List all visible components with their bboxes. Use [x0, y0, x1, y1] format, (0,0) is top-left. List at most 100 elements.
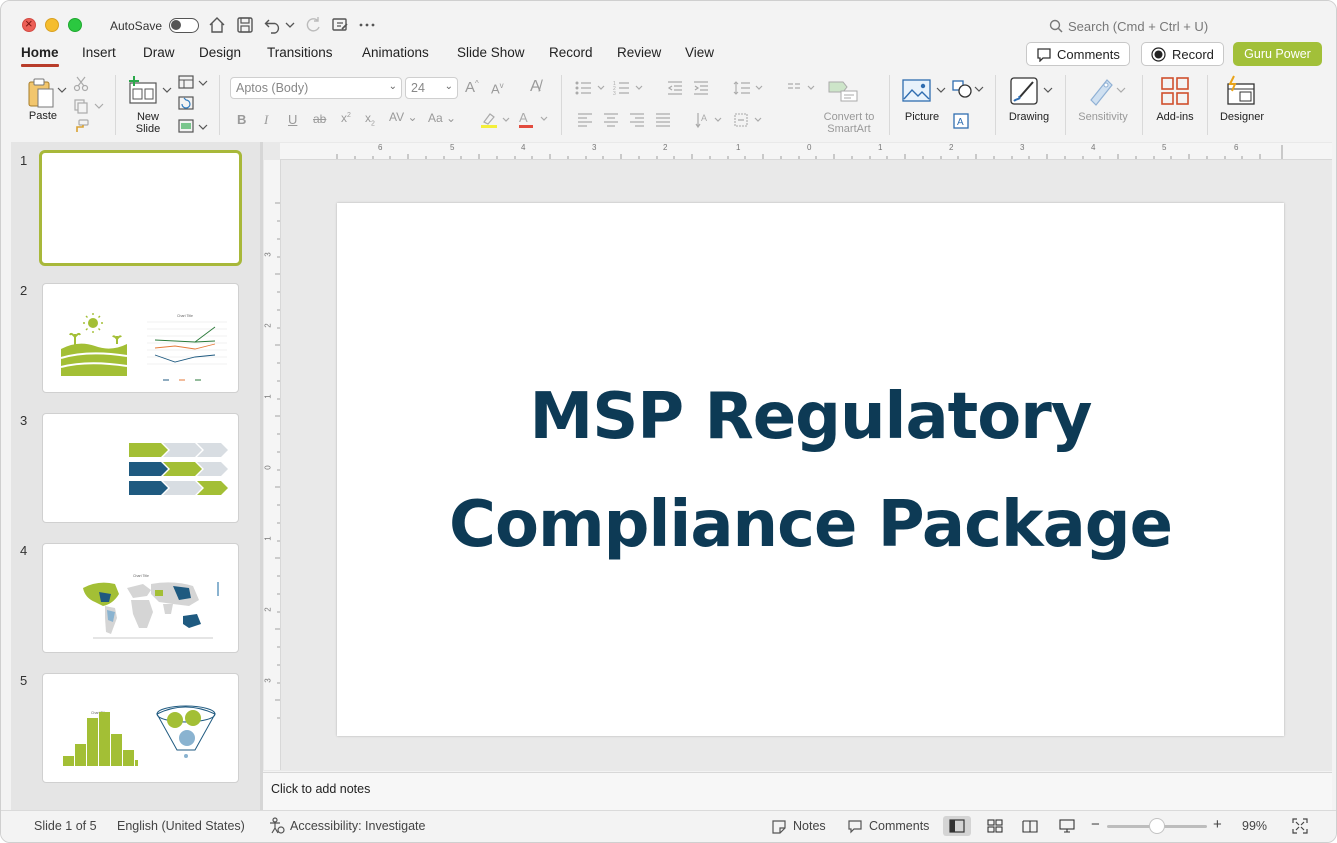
slide-show-view-button[interactable] [1053, 816, 1081, 836]
slide-thumbnails-pane[interactable]: 1 2 Chart Title 3 4 Chart Title 5 Chart [11, 142, 260, 810]
cut-icon[interactable] [73, 76, 89, 92]
tab-review[interactable]: Review [617, 45, 661, 60]
picture-dropdown-chevron-icon[interactable] [936, 85, 946, 95]
present-icon[interactable] [330, 15, 350, 35]
minimize-window-button[interactable] [45, 18, 59, 32]
sensitivity-icon[interactable] [1087, 76, 1115, 106]
search-box[interactable]: Search (Cmd + Ctrl + U) [1068, 19, 1208, 34]
zoom-slider-handle[interactable] [1149, 818, 1165, 834]
close-window-button[interactable] [22, 16, 36, 32]
align-text-icon[interactable] [733, 111, 765, 129]
designer-icon[interactable] [1225, 75, 1257, 107]
section-icon[interactable] [178, 119, 194, 133]
section-dropdown-chevron-icon[interactable] [198, 122, 208, 132]
add-ins-icon[interactable] [1160, 76, 1190, 106]
format-painter-icon[interactable] [73, 119, 89, 133]
tab-animations[interactable]: Animations [362, 45, 429, 60]
language-indicator[interactable]: English (United States) [117, 819, 245, 833]
more-options-icon[interactable] [357, 15, 377, 35]
tab-transitions[interactable]: Transitions [267, 45, 333, 60]
decrease-font-size-icon[interactable]: Av [491, 81, 504, 96]
notes-placeholder[interactable]: Click to add notes [271, 782, 370, 796]
tab-record[interactable]: Record [549, 45, 593, 60]
slide-thumbnail-5[interactable]: Chart Title [42, 673, 239, 783]
notes-toggle[interactable]: Notes [793, 819, 826, 833]
change-case-icon[interactable]: Aa ⌄ [428, 111, 456, 125]
justify-icon[interactable] [655, 113, 671, 127]
undo-dropdown-chevron-icon[interactable] [284, 15, 296, 35]
slide-sorter-view-button[interactable] [981, 816, 1009, 836]
tab-view[interactable]: View [685, 45, 714, 60]
align-right-icon[interactable] [629, 113, 645, 127]
picture-icon[interactable] [902, 78, 932, 104]
reset-slide-icon[interactable] [178, 96, 194, 110]
new-slide-dropdown-chevron-icon[interactable] [162, 85, 172, 95]
accessibility-status[interactable]: Accessibility: Investigate [290, 819, 425, 833]
slide-title[interactable]: MSP Regulatory Compliance Package [337, 363, 1284, 579]
paste-dropdown-chevron-icon[interactable] [57, 85, 67, 95]
bullets-icon[interactable] [575, 80, 609, 96]
reading-view-button[interactable] [1016, 816, 1044, 836]
undo-icon[interactable] [263, 15, 283, 35]
numbering-icon[interactable]: 123 [613, 80, 647, 96]
comments-toggle[interactable]: Comments [869, 819, 929, 833]
slide-thumbnail-1[interactable] [39, 150, 242, 266]
notes-icon[interactable] [771, 819, 787, 834]
layout-dropdown-chevron-icon[interactable] [198, 78, 208, 88]
decrease-indent-icon[interactable] [667, 80, 683, 96]
superscript-icon[interactable]: x2 [341, 111, 351, 125]
comments-status-icon[interactable] [847, 819, 863, 834]
drawing-icon[interactable] [1009, 76, 1041, 108]
font-color-icon[interactable]: A [518, 110, 550, 129]
align-center-icon[interactable] [603, 113, 619, 127]
zoom-out-icon[interactable]: − [1091, 816, 1100, 833]
current-slide[interactable]: MSP Regulatory Compliance Package [337, 203, 1284, 736]
subscript-icon[interactable]: x2 [365, 111, 375, 127]
notes-pane[interactable]: Click to add notes [263, 772, 1332, 810]
bold-icon[interactable]: B [237, 112, 246, 127]
slide-thumbnail-4[interactable]: Chart Title [42, 543, 239, 653]
comments-button[interactable]: Comments [1026, 42, 1130, 66]
tab-draw[interactable]: Draw [143, 45, 175, 60]
italic-icon[interactable]: I [264, 112, 268, 128]
normal-view-button[interactable] [943, 816, 971, 836]
clear-formatting-icon[interactable]: A̸ [530, 78, 541, 96]
font-size-select[interactable]: 24 ⌄ [405, 77, 458, 99]
shapes-icon[interactable] [952, 80, 974, 98]
tab-home[interactable]: Home [21, 45, 59, 67]
maximize-window-button[interactable] [68, 18, 82, 32]
slide-thumbnail-3[interactable] [42, 413, 239, 523]
strikethrough-icon[interactable]: ab [313, 112, 326, 126]
record-button[interactable]: Record [1141, 42, 1224, 66]
new-slide-icon[interactable] [127, 75, 159, 107]
copy-dropdown-chevron-icon[interactable] [94, 101, 104, 111]
zoom-level[interactable]: 99% [1242, 819, 1267, 833]
guru-power-button[interactable]: Guru Power [1233, 42, 1322, 66]
paste-icon[interactable] [25, 77, 57, 109]
columns-icon[interactable] [787, 82, 817, 94]
increase-font-size-icon[interactable]: A^ [465, 79, 479, 96]
font-name-select[interactable]: Aptos (Body) ⌄ [230, 77, 402, 99]
shapes-dropdown-chevron-icon[interactable] [974, 84, 984, 94]
sensitivity-dropdown-chevron-icon[interactable] [1116, 85, 1126, 95]
tab-design[interactable]: Design [199, 45, 241, 60]
save-icon[interactable] [235, 15, 255, 35]
tab-slide-show[interactable]: Slide Show [457, 45, 525, 60]
align-left-icon[interactable] [577, 113, 593, 127]
home-icon[interactable] [207, 15, 227, 35]
underline-icon[interactable]: U [288, 112, 297, 127]
increase-indent-icon[interactable] [693, 80, 709, 96]
line-spacing-icon[interactable] [733, 80, 767, 96]
redo-icon[interactable] [303, 15, 323, 35]
accessibility-icon[interactable] [268, 817, 285, 835]
text-direction-icon[interactable]: A [695, 111, 725, 129]
copy-icon[interactable] [73, 98, 89, 114]
layout-icon[interactable] [178, 75, 194, 89]
fit-to-window-icon[interactable] [1292, 818, 1308, 834]
character-spacing-icon[interactable]: AV ⌄ [389, 110, 418, 124]
zoom-in-icon[interactable]: + [1213, 816, 1222, 833]
slide-thumbnail-2[interactable]: Chart Title [42, 283, 239, 393]
text-box-icon[interactable]: A [953, 113, 969, 129]
autosave-toggle[interactable] [169, 18, 199, 33]
convert-to-smartart-icon[interactable] [827, 77, 859, 103]
